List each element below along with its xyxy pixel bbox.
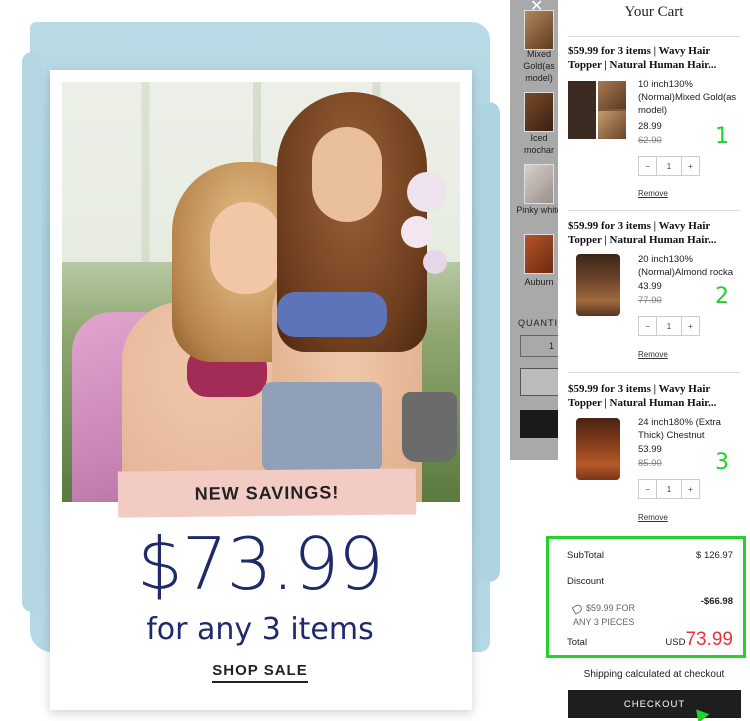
minus-button[interactable]: − [639,480,656,498]
cart-item-variant: 20 inch130% (Normal)Almond rocka [638,254,734,278]
buy-now-button[interactable] [520,410,558,438]
subtotal-value: $ 126.97 [696,550,733,561]
divider [568,210,740,211]
cart-item-compare-price: 62.90 [638,135,662,146]
cart-item-variant: 24 inch180% (Extra Thick) Chestnut [638,417,721,441]
discount-value: -$66.98 [700,596,733,607]
cart-item-price: 28.99 [638,121,662,132]
promo-price: $73.99 [137,522,384,606]
subtotal-label: SubTotal [567,550,604,561]
promo-photo [62,82,460,502]
banner-text: NEW SAVINGS! [194,481,340,504]
quantity-stepper[interactable]: − 1 + [638,156,700,176]
add-to-cart-button[interactable] [520,368,558,396]
cart-item-title[interactable]: $59.99 for 3 items | Wavy Hair Topper | … [568,219,744,247]
plus-button[interactable]: + [682,480,699,498]
divider [568,372,740,373]
quantity-value[interactable]: 1 [656,480,682,498]
swatch-iced-mochar[interactable] [524,92,554,132]
remove-link[interactable]: Remove [638,513,668,522]
swatch-pinky-white[interactable] [524,164,554,204]
swatch-label: Iced mochar [523,133,554,155]
minus-button[interactable]: − [639,317,656,335]
discount-label: Discount [567,576,604,587]
total-value: USD73.99 [665,629,733,651]
cart-item-compare-price: 77.90 [638,295,662,306]
plus-button[interactable]: + [682,317,699,335]
shop-sale-label[interactable]: SHOP SALE [212,662,308,683]
background-product-panel: ✕ Mixed Gold(as model) Iced mochar Pinky… [510,0,558,460]
cart-item-title[interactable]: $59.99 for 3 items | Wavy Hair Topper | … [568,382,744,410]
divider [568,36,740,37]
new-savings-banner: NEW SAVINGS! [117,468,417,518]
remove-link[interactable]: Remove [638,189,668,198]
total-label: Total [567,637,588,648]
cart-item-image[interactable] [576,254,620,316]
quantity-stepper[interactable]: − 1 + [638,316,700,336]
total-amount: 73.99 [685,629,733,650]
swatch-auburn[interactable] [524,234,554,274]
minus-button[interactable]: − [639,157,656,175]
cart-item-price: 43.99 [638,281,662,292]
cart-item-price: 53.99 [638,444,662,455]
quantity-value[interactable]: 1 [656,157,682,175]
swatch-label: Auburn [524,277,554,287]
cart-item-compare-price: 85.90 [638,458,662,469]
swatch-label: Pinky white [516,205,558,215]
quantity-stepper[interactable]: 1 [520,335,558,357]
total-currency: USD [665,637,686,648]
cart-item-image[interactable] [576,418,620,480]
shipping-note: Shipping calculated at checkout [583,669,725,680]
order-summary: SubTotal $ 126.97 Discount $59.99 FOR AN… [546,536,746,658]
cart-item-image[interactable] [568,81,626,139]
promo-banner: NEW SAVINGS! $73.99 for any 3 items SHOP… [0,0,510,721]
discount-code: $59.99 FOR ANY 3 PIECES [571,602,636,627]
cart-item-variant: 10 inch130% (Normal)Mixed Gold(as model) [638,79,737,116]
swatch-label: Mixed Gold(as model) [523,49,555,83]
annotation-number: 3 [715,450,729,475]
tag-icon [571,602,584,615]
annotation-number: 1 [715,124,729,149]
annotation-number: 2 [715,284,729,309]
swatch-mixed-gold[interactable] [524,10,554,50]
quantity-label: QUANTIT [518,318,558,328]
quantity-stepper[interactable]: − 1 + [638,479,700,499]
remove-link[interactable]: Remove [638,350,668,359]
quantity-value[interactable]: 1 [656,317,682,335]
plus-button[interactable]: + [682,157,699,175]
checkout-button[interactable]: CHECKOUT [568,690,741,718]
cart-item-title[interactable]: $59.99 for 3 items | Wavy Hair Topper | … [568,44,744,72]
shop-sale-link[interactable]: SHOP SALE [60,662,460,683]
cart-title: Your Cart [624,4,684,20]
promo-subtitle: for any 3 items [146,612,374,647]
